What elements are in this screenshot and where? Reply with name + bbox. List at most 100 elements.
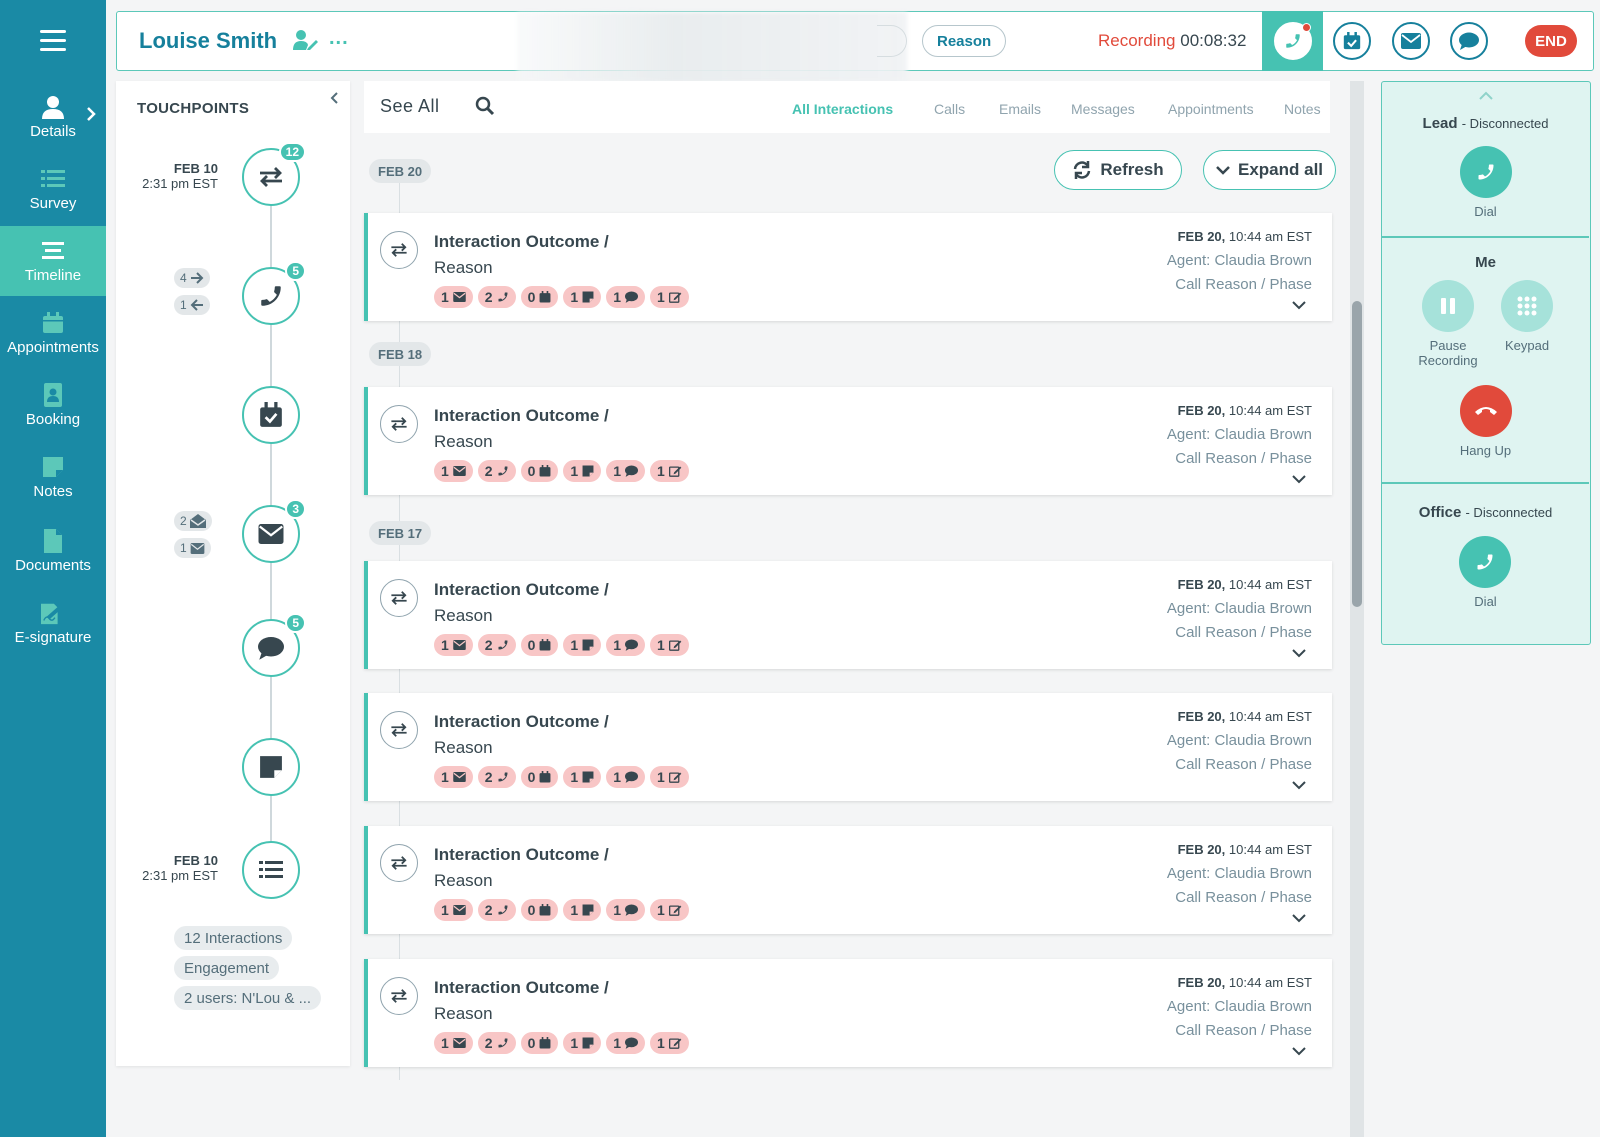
- interaction-card[interactable]: Interaction Outcome / Reason 120111 FEB …: [364, 561, 1332, 669]
- schedule-button[interactable]: [1333, 22, 1371, 60]
- email-button[interactable]: [1392, 22, 1430, 60]
- address-book-icon: [41, 382, 65, 407]
- interaction-card[interactable]: Interaction Outcome / Reason 120111 FEB …: [364, 959, 1332, 1067]
- office-dial-button[interactable]: [1459, 536, 1511, 588]
- lead-actions: ...: [293, 27, 349, 50]
- touchpoint-notes[interactable]: [242, 738, 300, 796]
- chevron-right-icon[interactable]: [86, 106, 96, 122]
- interaction-card[interactable]: Interaction Outcome / Reason 120111 FEB …: [364, 693, 1332, 801]
- phone-icon: [1478, 164, 1494, 180]
- more-icon[interactable]: ...: [329, 27, 349, 50]
- calls-count-chip: 2: [477, 286, 516, 308]
- interaction-agent: Agent: Claudia Brown: [1166, 252, 1312, 269]
- see-all-link[interactable]: See All: [380, 96, 440, 117]
- tasks-count-chip: 1: [649, 634, 689, 656]
- chevron-down-icon[interactable]: [1292, 1047, 1306, 1056]
- chevron-up-icon[interactable]: [1479, 91, 1493, 100]
- reason-pill[interactable]: Reason: [922, 25, 1007, 57]
- search-icon[interactable]: [475, 96, 495, 116]
- touchpoint-calls[interactable]: 5: [242, 261, 306, 325]
- notes-count-chip: 1: [563, 460, 602, 482]
- touchpoint-messages[interactable]: 5: [242, 613, 306, 677]
- interaction-meta: FEB 20, 10:44 am EST Agent: Claudia Brow…: [1167, 399, 1312, 471]
- lead-name[interactable]: Louise Smith: [139, 28, 277, 54]
- active-call-button[interactable]: [1262, 10, 1323, 71]
- emails-count-chip: 1: [434, 286, 473, 308]
- office-line-section: Office - Disconnected: [1382, 504, 1589, 521]
- edit-icon: [668, 465, 682, 477]
- tasks-count-chip: 1: [649, 460, 689, 482]
- phone-icon: [497, 771, 509, 783]
- tab-all-interactions[interactable]: All Interactions: [792, 101, 893, 117]
- scrollbar[interactable]: [1350, 81, 1364, 1137]
- lead-dial-button[interactable]: [1460, 146, 1512, 198]
- count-chips: 120111: [434, 899, 689, 921]
- date-group-chip: FEB 20: [369, 159, 432, 183]
- nav-booking[interactable]: Booking: [0, 370, 106, 440]
- interaction-card[interactable]: Interaction Outcome / Reason 120111 FEB …: [364, 826, 1332, 934]
- interaction-phase: Call Reason / Phase: [1175, 756, 1312, 773]
- pause-recording-button[interactable]: [1422, 280, 1474, 332]
- nav-e-signature[interactable]: E-signature: [0, 588, 106, 658]
- calendar-check-icon: [260, 402, 282, 427]
- list-icon: [259, 861, 283, 878]
- tab-notes[interactable]: Notes: [1284, 101, 1321, 117]
- nav-timeline[interactable]: Timeline: [0, 226, 106, 296]
- nav-notes[interactable]: Notes: [0, 442, 106, 512]
- interaction-date: FEB 20,: [1177, 229, 1226, 244]
- keypad-icon: [1517, 296, 1537, 316]
- keypad-button[interactable]: [1501, 280, 1553, 332]
- tab-appointments[interactable]: Appointments: [1168, 101, 1254, 117]
- phone-icon: [1285, 33, 1300, 48]
- menu-icon[interactable]: [40, 30, 66, 52]
- nav-documents[interactable]: Documents: [0, 516, 106, 586]
- touchpoint-appointments[interactable]: [242, 386, 300, 444]
- edit-user-icon[interactable]: [293, 30, 319, 50]
- phone-icon: [261, 286, 281, 306]
- scroll-thumb[interactable]: [1352, 301, 1362, 607]
- hang-up-button[interactable]: [1460, 385, 1512, 437]
- nav-label: Timeline: [24, 266, 82, 284]
- call-header: Louise Smith ... Reason Recording 00:08:…: [116, 10, 1594, 82]
- touchpoint-emails[interactable]: 3: [242, 499, 306, 563]
- count-chips: 120111: [434, 634, 689, 656]
- appointments-count-chip: 0: [520, 766, 559, 788]
- tab-calls[interactable]: Calls: [934, 101, 965, 117]
- chevron-down-icon[interactable]: [1292, 475, 1306, 484]
- refresh-button[interactable]: Refresh: [1054, 150, 1182, 190]
- chevron-down-icon[interactable]: [1292, 649, 1306, 658]
- edit-icon: [668, 771, 682, 783]
- tab-emails[interactable]: Emails: [999, 101, 1041, 117]
- chevron-down-icon: [1216, 166, 1230, 175]
- chat-bubble-icon: [258, 636, 284, 660]
- tab-messages[interactable]: Messages: [1071, 101, 1135, 117]
- nav-details[interactable]: Details: [0, 82, 106, 152]
- expand-all-button[interactable]: Expand all: [1203, 150, 1336, 190]
- collapse-panel-icon[interactable]: [329, 91, 339, 105]
- calls-count-chip: 2: [477, 1032, 516, 1054]
- nav-appointments[interactable]: Appointments: [0, 298, 106, 368]
- message-button[interactable]: [1450, 22, 1488, 60]
- touchpoint-interactions[interactable]: 12: [242, 142, 306, 206]
- chevron-down-icon[interactable]: [1292, 914, 1306, 923]
- interaction-card[interactable]: Interaction Outcome / Reason 120111 FEB …: [364, 213, 1332, 321]
- count-chips: 120111: [434, 1032, 689, 1054]
- notes-count-chip: 1: [563, 286, 602, 308]
- appointments-count-chip: 0: [520, 1032, 559, 1054]
- touchpoint-survey[interactable]: [242, 841, 300, 899]
- envelope-icon: [453, 905, 466, 915]
- interaction-card[interactable]: Interaction Outcome / Reason 120111 FEB …: [364, 387, 1332, 495]
- me-section: Me: [1382, 254, 1589, 271]
- chevron-down-icon[interactable]: [1292, 301, 1306, 310]
- chevron-down-icon[interactable]: [1292, 781, 1306, 790]
- filter-bar: See All All Interactions Calls Emails Me…: [364, 81, 1330, 133]
- envelope-icon: [453, 640, 466, 650]
- interaction-date: FEB 20,: [1177, 975, 1226, 990]
- users-tag: 2 users: N'Lou & ...: [174, 986, 322, 1010]
- swap-arrows-icon: [380, 579, 418, 617]
- nav-label: Documents: [15, 556, 91, 574]
- recording-status: Recording 00:08:32: [1098, 31, 1246, 51]
- end-call-button[interactable]: END: [1525, 25, 1577, 57]
- nav-survey[interactable]: Survey: [0, 154, 106, 224]
- timeline-icon: [41, 239, 65, 263]
